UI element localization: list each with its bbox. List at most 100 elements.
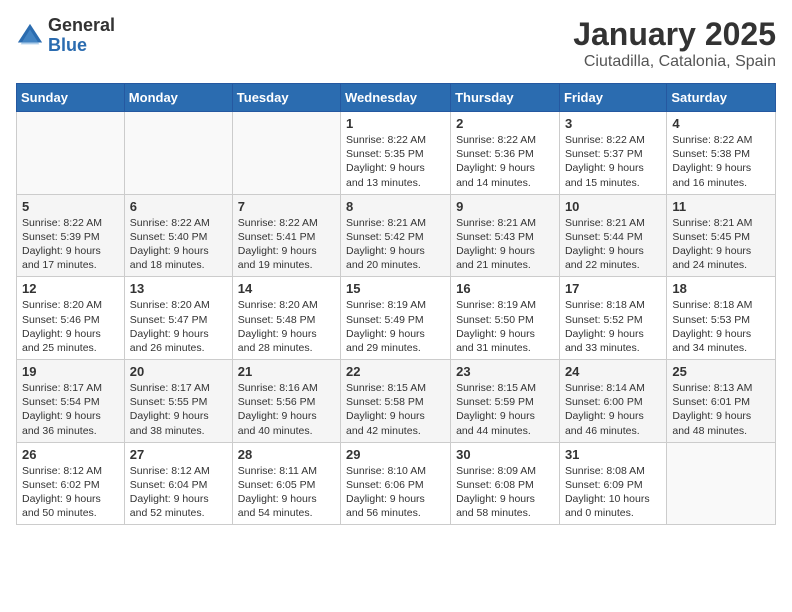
title-section: January 2025 Ciutadilla, Catalonia, Spai… — [573, 16, 776, 71]
day-info: Sunrise: 8:22 AM Sunset: 5:36 PM Dayligh… — [456, 133, 554, 190]
calendar-cell — [232, 112, 340, 195]
day-info: Sunrise: 8:08 AM Sunset: 6:09 PM Dayligh… — [565, 464, 661, 521]
day-number: 3 — [565, 116, 661, 131]
calendar-cell: 27 Sunrise: 8:12 AM Sunset: 6:04 PM Dayli… — [124, 442, 232, 525]
calendar-cell: 23 Sunrise: 8:15 AM Sunset: 5:59 PM Dayli… — [451, 360, 560, 443]
day-info: Sunrise: 8:15 AM Sunset: 5:59 PM Dayligh… — [456, 381, 554, 438]
calendar-cell: 14Sunrise: 8:20 AM Sunset: 5:48 PM Dayli… — [232, 277, 340, 360]
day-info: Sunrise: 8:18 AM Sunset: 5:53 PM Dayligh… — [672, 298, 770, 355]
day-header-friday: Friday — [559, 84, 666, 112]
calendar-subtitle: Ciutadilla, Catalonia, Spain — [573, 53, 776, 71]
calendar-cell: 8Sunrise: 8:21 AM Sunset: 5:42 PM Daylig… — [341, 194, 451, 277]
calendar-cell: 20 Sunrise: 8:17 AM Sunset: 5:55 PM Dayli… — [124, 360, 232, 443]
calendar-body: 1 Sunrise: 8:22 AM Sunset: 5:35 PM Daylig… — [17, 112, 776, 525]
day-number: 22 — [346, 364, 445, 379]
day-info: Sunrise: 8:10 AM Sunset: 6:06 PM Dayligh… — [346, 464, 445, 521]
day-info: Sunrise: 8:21 AM Sunset: 5:44 PM Dayligh… — [565, 216, 661, 273]
day-info: Sunrise: 8:22 AM Sunset: 5:41 PM Dayligh… — [238, 216, 335, 273]
day-number: 10 — [565, 199, 661, 214]
logo-blue-text: Blue — [48, 36, 115, 56]
day-info: Sunrise: 8:22 AM Sunset: 5:40 PM Dayligh… — [130, 216, 227, 273]
calendar-cell: 1 Sunrise: 8:22 AM Sunset: 5:35 PM Daylig… — [341, 112, 451, 195]
day-number: 24 — [565, 364, 661, 379]
day-number: 11 — [672, 199, 770, 214]
calendar-cell: 3 Sunrise: 8:22 AM Sunset: 5:37 PM Daylig… — [559, 112, 666, 195]
day-info: Sunrise: 8:20 AM Sunset: 5:47 PM Dayligh… — [130, 298, 227, 355]
day-info: Sunrise: 8:22 AM Sunset: 5:39 PM Dayligh… — [22, 216, 119, 273]
calendar-cell: 4 Sunrise: 8:22 AM Sunset: 5:38 PM Daylig… — [667, 112, 776, 195]
calendar-cell: 5 Sunrise: 8:22 AM Sunset: 5:39 PM Daylig… — [17, 194, 125, 277]
calendar-cell — [17, 112, 125, 195]
day-number: 28 — [238, 447, 335, 462]
day-number: 12 — [22, 281, 119, 296]
calendar-cell: 18Sunrise: 8:18 AM Sunset: 5:53 PM Dayli… — [667, 277, 776, 360]
calendar-cell: 6 Sunrise: 8:22 AM Sunset: 5:40 PM Daylig… — [124, 194, 232, 277]
day-info: Sunrise: 8:20 AM Sunset: 5:46 PM Dayligh… — [22, 298, 119, 355]
calendar-cell: 25 Sunrise: 8:13 AM Sunset: 6:01 PM Dayli… — [667, 360, 776, 443]
calendar-cell: 19Sunrise: 8:17 AM Sunset: 5:54 PM Dayli… — [17, 360, 125, 443]
day-header-saturday: Saturday — [667, 84, 776, 112]
day-number: 23 — [456, 364, 554, 379]
day-info: Sunrise: 8:19 AM Sunset: 5:49 PM Dayligh… — [346, 298, 445, 355]
day-number: 16 — [456, 281, 554, 296]
day-number: 17 — [565, 281, 661, 296]
calendar-cell: 21 Sunrise: 8:16 AM Sunset: 5:56 PM Dayli… — [232, 360, 340, 443]
day-info: Sunrise: 8:09 AM Sunset: 6:08 PM Dayligh… — [456, 464, 554, 521]
calendar-cell: 16 Sunrise: 8:19 AM Sunset: 5:50 PM Dayli… — [451, 277, 560, 360]
logo-icon — [16, 22, 44, 50]
week-row-4: 19Sunrise: 8:17 AM Sunset: 5:54 PM Dayli… — [17, 360, 776, 443]
calendar-cell: 24Sunrise: 8:14 AM Sunset: 6:00 PM Dayli… — [559, 360, 666, 443]
day-number: 2 — [456, 116, 554, 131]
calendar-cell: 11 Sunrise: 8:21 AM Sunset: 5:45 PM Dayli… — [667, 194, 776, 277]
day-number: 26 — [22, 447, 119, 462]
calendar-cell — [124, 112, 232, 195]
day-number: 5 — [22, 199, 119, 214]
day-info: Sunrise: 8:11 AM Sunset: 6:05 PM Dayligh… — [238, 464, 335, 521]
day-info: Sunrise: 8:21 AM Sunset: 5:43 PM Dayligh… — [456, 216, 554, 273]
week-row-2: 5 Sunrise: 8:22 AM Sunset: 5:39 PM Daylig… — [17, 194, 776, 277]
day-info: Sunrise: 8:22 AM Sunset: 5:35 PM Dayligh… — [346, 133, 445, 190]
day-number: 1 — [346, 116, 445, 131]
calendar-cell: 2 Sunrise: 8:22 AM Sunset: 5:36 PM Daylig… — [451, 112, 560, 195]
day-info: Sunrise: 8:16 AM Sunset: 5:56 PM Dayligh… — [238, 381, 335, 438]
day-number: 6 — [130, 199, 227, 214]
logo: General Blue — [16, 16, 115, 56]
calendar-cell: 30Sunrise: 8:09 AM Sunset: 6:08 PM Dayli… — [451, 442, 560, 525]
day-info: Sunrise: 8:22 AM Sunset: 5:38 PM Dayligh… — [672, 133, 770, 190]
day-header-wednesday: Wednesday — [341, 84, 451, 112]
day-number: 14 — [238, 281, 335, 296]
day-number: 4 — [672, 116, 770, 131]
day-info: Sunrise: 8:17 AM Sunset: 5:55 PM Dayligh… — [130, 381, 227, 438]
day-info: Sunrise: 8:19 AM Sunset: 5:50 PM Dayligh… — [456, 298, 554, 355]
day-info: Sunrise: 8:21 AM Sunset: 5:45 PM Dayligh… — [672, 216, 770, 273]
day-header-monday: Monday — [124, 84, 232, 112]
week-row-1: 1 Sunrise: 8:22 AM Sunset: 5:35 PM Daylig… — [17, 112, 776, 195]
day-header-thursday: Thursday — [451, 84, 560, 112]
day-number: 21 — [238, 364, 335, 379]
day-number: 8 — [346, 199, 445, 214]
calendar-cell: 13 Sunrise: 8:20 AM Sunset: 5:47 PM Dayli… — [124, 277, 232, 360]
day-number: 13 — [130, 281, 227, 296]
day-info: Sunrise: 8:18 AM Sunset: 5:52 PM Dayligh… — [565, 298, 661, 355]
calendar-cell: 15Sunrise: 8:19 AM Sunset: 5:49 PM Dayli… — [341, 277, 451, 360]
calendar-cell: 9 Sunrise: 8:21 AM Sunset: 5:43 PM Daylig… — [451, 194, 560, 277]
day-number: 9 — [456, 199, 554, 214]
header: General Blue January 2025 Ciutadilla, Ca… — [16, 16, 776, 71]
calendar-cell: 17 Sunrise: 8:18 AM Sunset: 5:52 PM Dayli… — [559, 277, 666, 360]
week-row-3: 12 Sunrise: 8:20 AM Sunset: 5:46 PM Dayli… — [17, 277, 776, 360]
calendar-cell: 31 Sunrise: 8:08 AM Sunset: 6:09 PM Dayli… — [559, 442, 666, 525]
day-info: Sunrise: 8:13 AM Sunset: 6:01 PM Dayligh… — [672, 381, 770, 438]
day-info: Sunrise: 8:12 AM Sunset: 6:02 PM Dayligh… — [22, 464, 119, 521]
calendar-title: January 2025 — [573, 16, 776, 53]
day-number: 27 — [130, 447, 227, 462]
day-number: 7 — [238, 199, 335, 214]
day-number: 20 — [130, 364, 227, 379]
day-number: 25 — [672, 364, 770, 379]
calendar-cell: 12 Sunrise: 8:20 AM Sunset: 5:46 PM Dayli… — [17, 277, 125, 360]
calendar-cell: 7 Sunrise: 8:22 AM Sunset: 5:41 PM Daylig… — [232, 194, 340, 277]
calendar-cell: 10 Sunrise: 8:21 AM Sunset: 5:44 PM Dayli… — [559, 194, 666, 277]
day-info: Sunrise: 8:12 AM Sunset: 6:04 PM Dayligh… — [130, 464, 227, 521]
day-header-tuesday: Tuesday — [232, 84, 340, 112]
day-number: 31 — [565, 447, 661, 462]
day-info: Sunrise: 8:22 AM Sunset: 5:37 PM Dayligh… — [565, 133, 661, 190]
